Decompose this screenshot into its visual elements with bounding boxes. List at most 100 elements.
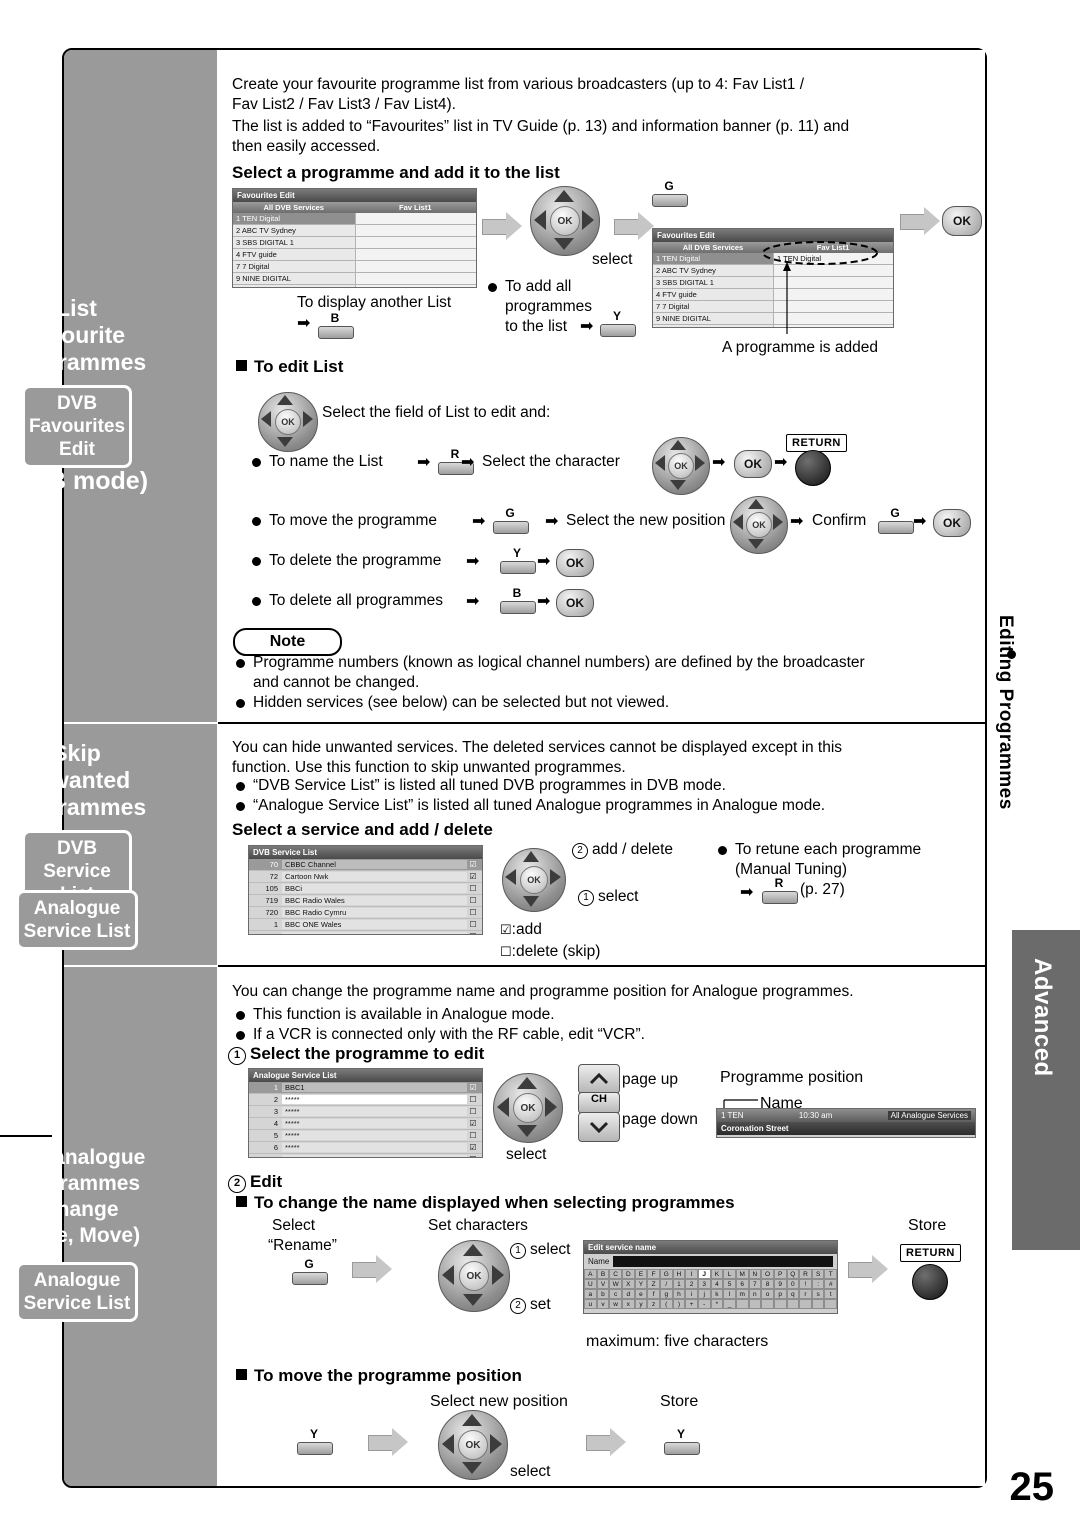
key[interactable]: u — [584, 1299, 597, 1309]
key[interactable]: i — [685, 1289, 698, 1299]
key[interactable]: n — [748, 1289, 762, 1299]
colour-button-b-1[interactable]: B — [318, 312, 354, 339]
key[interactable]: k — [710, 1289, 724, 1299]
key[interactable]: m — [735, 1289, 749, 1299]
return-button-2[interactable] — [912, 1264, 948, 1300]
key[interactable]: R — [799, 1269, 812, 1279]
key[interactable]: p — [773, 1289, 787, 1299]
key[interactable]: : — [811, 1279, 825, 1289]
key[interactable]: w — [609, 1299, 622, 1309]
key[interactable]: 2 — [685, 1279, 698, 1289]
cursor-pad-1[interactable]: OK — [530, 186, 600, 256]
cursor-pad-8[interactable]: OK — [438, 1410, 508, 1480]
key[interactable]: S — [811, 1269, 825, 1279]
key[interactable]: O — [761, 1269, 774, 1279]
key[interactable]: T — [824, 1269, 838, 1279]
key[interactable]: ) — [672, 1299, 686, 1309]
cursor-pad-7[interactable]: OK — [438, 1240, 510, 1312]
key[interactable]: 5 — [723, 1279, 736, 1289]
cursor-pad-2[interactable]: OK — [258, 392, 318, 452]
key[interactable]: C — [609, 1269, 622, 1279]
return-button-1[interactable] — [795, 450, 831, 486]
key[interactable]: 3 — [697, 1279, 711, 1289]
key[interactable]: G — [659, 1269, 673, 1279]
key[interactable]: v — [596, 1299, 610, 1309]
key[interactable]: t — [824, 1289, 838, 1299]
ok-button-2[interactable]: OK — [734, 450, 772, 478]
key[interactable]: L — [723, 1269, 736, 1279]
key[interactable]: X — [621, 1279, 635, 1289]
key[interactable] — [748, 1299, 762, 1309]
key[interactable] — [773, 1299, 787, 1309]
key[interactable]: E — [634, 1269, 648, 1279]
key[interactable]: / — [659, 1279, 673, 1289]
key[interactable]: o — [761, 1289, 774, 1299]
key[interactable]: * — [710, 1299, 724, 1309]
key[interactable]: c — [609, 1289, 622, 1299]
key[interactable]: I — [685, 1269, 698, 1279]
key[interactable]: s — [811, 1289, 825, 1299]
key[interactable]: x — [621, 1299, 635, 1309]
key[interactable]: U — [584, 1279, 597, 1289]
key[interactable]: B — [596, 1269, 610, 1279]
cursor-pad-3[interactable]: OK — [652, 437, 710, 495]
key[interactable]: M — [735, 1269, 749, 1279]
key[interactable]: f — [647, 1289, 660, 1299]
key[interactable]: b — [596, 1289, 610, 1299]
key[interactable]: a — [584, 1289, 597, 1299]
cursor-pad-4[interactable]: OK — [730, 496, 788, 554]
key[interactable]: N — [748, 1269, 762, 1279]
colour-button-g-3[interactable]: G — [878, 507, 914, 534]
key[interactable]: ! — [799, 1279, 812, 1289]
ok-button-5[interactable]: OK — [556, 589, 594, 617]
key[interactable]: Q — [786, 1269, 800, 1279]
key[interactable]: 6 — [735, 1279, 749, 1289]
colour-button-y-2[interactable]: Y — [500, 547, 536, 574]
key[interactable] — [786, 1299, 800, 1309]
ok-button-1[interactable]: OK — [942, 206, 982, 236]
colour-button-g-2[interactable]: G — [493, 507, 529, 534]
colour-button-g-4[interactable]: G — [292, 1258, 328, 1285]
key[interactable]: z — [647, 1299, 660, 1309]
key[interactable]: q — [786, 1289, 800, 1299]
key[interactable]: K — [710, 1269, 724, 1279]
colour-button-y-4[interactable]: Y — [664, 1428, 700, 1455]
key[interactable]: 9 — [773, 1279, 787, 1289]
channel-down-button[interactable] — [578, 1112, 620, 1142]
key[interactable]: l — [723, 1289, 736, 1299]
colour-button-r-2[interactable]: R — [762, 877, 798, 904]
key[interactable]: 0 — [786, 1279, 800, 1289]
key[interactable]: g — [659, 1289, 673, 1299]
key[interactable]: d — [621, 1289, 635, 1299]
colour-button-y-3[interactable]: Y — [297, 1428, 333, 1455]
key[interactable]: F — [647, 1269, 660, 1279]
key[interactable] — [761, 1299, 774, 1309]
key[interactable]: 7 — [748, 1279, 762, 1289]
colour-button-y-1[interactable]: Y — [600, 310, 636, 337]
cursor-pad-6[interactable]: OK — [493, 1073, 563, 1143]
key[interactable]: h — [672, 1289, 686, 1299]
button-dvb-favourites-edit[interactable]: DVB Favourites Edit — [22, 385, 132, 468]
key[interactable] — [824, 1299, 838, 1309]
key[interactable] — [735, 1299, 749, 1309]
key[interactable]: r — [799, 1289, 812, 1299]
colour-button-b-2[interactable]: B — [500, 587, 536, 614]
key[interactable]: # — [824, 1279, 838, 1289]
key[interactable]: Y — [634, 1279, 648, 1289]
key[interactable] — [811, 1299, 825, 1309]
key[interactable]: y — [634, 1299, 648, 1309]
key[interactable]: V — [596, 1279, 610, 1289]
key[interactable]: 4 — [710, 1279, 724, 1289]
ok-button-3[interactable]: OK — [933, 509, 971, 537]
cursor-pad-5[interactable]: OK — [502, 848, 566, 912]
button-analogue-service-list-1[interactable]: Analogue Service List — [16, 890, 138, 950]
channel-up-button[interactable] — [578, 1064, 620, 1094]
ok-button-4[interactable]: OK — [556, 549, 594, 577]
key[interactable]: D — [621, 1269, 635, 1279]
key[interactable]: _ — [723, 1299, 736, 1309]
key-selected[interactable]: J — [697, 1269, 711, 1279]
key[interactable]: 8 — [761, 1279, 774, 1289]
key[interactable]: A — [584, 1269, 597, 1279]
key[interactable]: j — [697, 1289, 711, 1299]
colour-button-g-1[interactable]: G — [652, 180, 688, 207]
